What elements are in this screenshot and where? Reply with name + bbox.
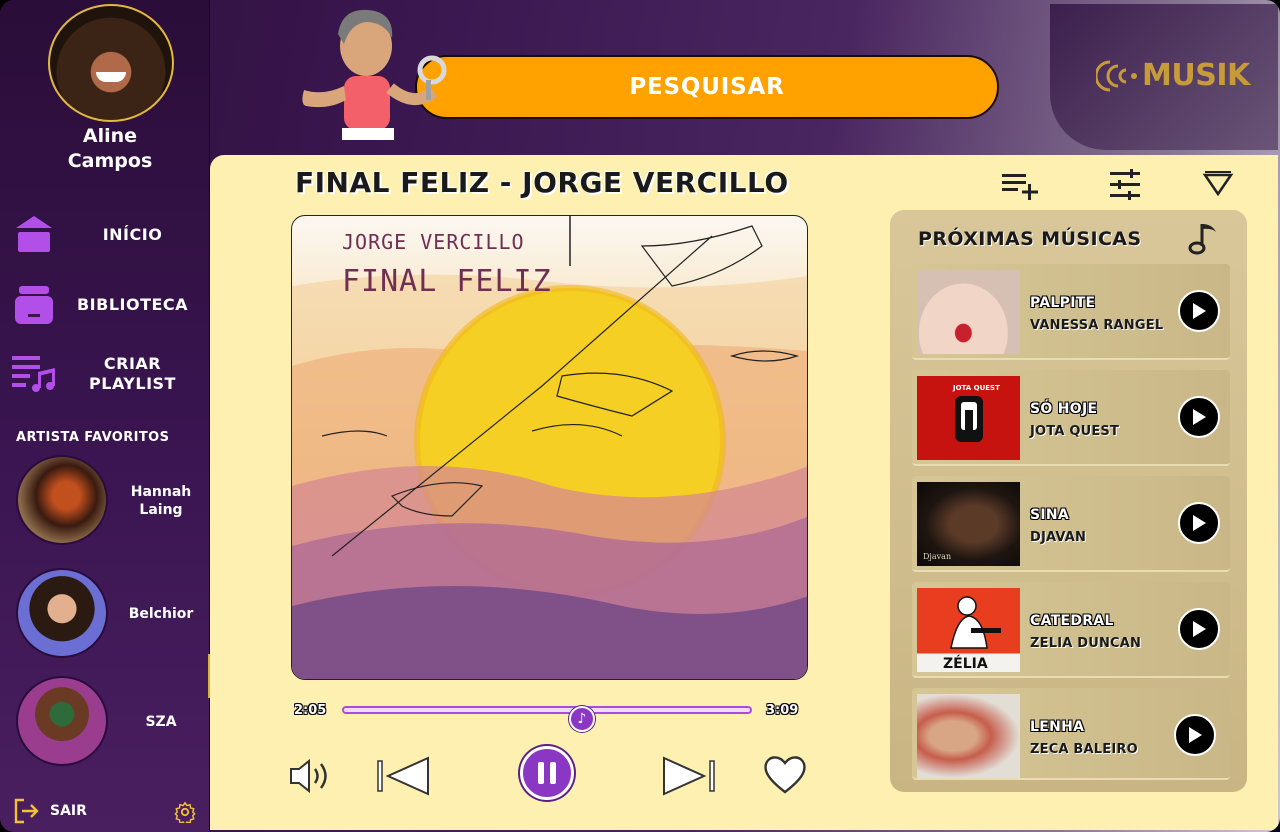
queue-item-artist: ZECA BALEIRO	[1030, 742, 1138, 757]
album-cover: JORGE VERCILLO FINAL FELIZ	[291, 215, 808, 680]
cover-artist-text: JORGE VERCILLO	[342, 230, 525, 254]
queue-item-cover-text: JOTA QUEST	[953, 384, 1000, 392]
nav-home[interactable]: INÍCIO	[0, 210, 210, 260]
queue-item-title: SÓ HOJE	[1030, 401, 1098, 417]
home-icon	[12, 213, 56, 257]
jota-quest-logo	[955, 396, 983, 442]
queue-play-button[interactable]	[1178, 608, 1220, 650]
progress-bar: 2:05 ♪ 3:09	[290, 700, 810, 732]
progress-knob[interactable]: ♪	[568, 706, 595, 732]
search-label: PESQUISAR	[629, 74, 785, 100]
logo-mark-icon	[1096, 60, 1137, 92]
queue-item-artist: JOTA QUEST	[1030, 424, 1120, 439]
queue-item-cover-text: ZÉLIA	[943, 656, 988, 672]
pause-icon	[538, 762, 556, 784]
queue-play-button[interactable]	[1178, 396, 1220, 438]
heart-icon[interactable]	[762, 753, 808, 795]
user-first-name: Aline	[82, 125, 138, 147]
app-window: Aline Campos INÍCIO BIBLIOTECA CRIAR PLA…	[0, 0, 1280, 832]
queue-item[interactable]: Djavan SINA DJAVAN	[912, 476, 1230, 572]
queue-item-cover: Djavan	[917, 482, 1020, 566]
add-to-queue-icon[interactable]	[1000, 168, 1040, 202]
play-icon	[1193, 515, 1206, 531]
queue-item[interactable]: LENHA ZECA BALEIRO	[912, 688, 1230, 780]
nav-home-label: INÍCIO	[102, 225, 163, 244]
cover-album-text: FINAL FELIZ	[342, 264, 552, 299]
queue-play-button[interactable]	[1174, 714, 1216, 756]
favorites-title: ARTISTA FAVORITOS	[16, 430, 170, 445]
queue-item-artist: ZELIA DUNCAN	[1030, 636, 1142, 651]
play-icon	[1189, 727, 1202, 743]
sidebar: Aline Campos INÍCIO BIBLIOTECA CRIAR PLA…	[0, 0, 210, 832]
play-icon	[1193, 621, 1206, 637]
queue-item-title: LENHA	[1030, 719, 1085, 735]
logout-label: SAIR	[50, 803, 87, 819]
play-icon	[1193, 303, 1206, 319]
user-name: Aline Campos	[50, 124, 170, 174]
queue-item-title: PALPITE	[1030, 295, 1096, 311]
favorite-artist-sza[interactable]: SZA	[16, 676, 206, 768]
artist-name: Belchior	[128, 606, 194, 622]
queue-item-cover: ZÉLIA	[917, 588, 1020, 672]
artist-photo	[16, 568, 108, 658]
queue-item-artist: DJAVAN	[1030, 530, 1087, 545]
queue-item-title: CATEDRAL	[1030, 613, 1114, 629]
nav-create-playlist-label: CRIAR PLAYLIST	[60, 354, 205, 394]
next-button[interactable]	[660, 755, 718, 797]
queue-play-button[interactable]	[1178, 290, 1220, 332]
user-last-name: Campos	[67, 150, 153, 172]
zelia-figure	[950, 596, 1001, 649]
previous-button[interactable]	[376, 755, 434, 797]
artist-name: SZA	[145, 714, 177, 730]
artist-name-line2: Laing	[139, 502, 183, 518]
now-playing-title: FINAL FELIZ - JORGE VERCILLO	[295, 166, 789, 199]
artist-photo	[16, 455, 108, 545]
queue-item-cover	[917, 694, 1020, 778]
progress-track[interactable]: ♪	[342, 706, 752, 732]
artist-name: Hannah Laing	[116, 483, 206, 519]
music-note-icon	[1188, 224, 1216, 255]
mascot-illustration	[302, 9, 447, 140]
nav-library-label: BIBLIOTECA	[76, 295, 189, 314]
play-icon	[1193, 409, 1206, 425]
favorite-artist-belchior[interactable]: Belchior	[16, 568, 206, 660]
queue-item-artist: VANESSA RANGEL	[1030, 318, 1164, 333]
library-icon	[12, 283, 56, 327]
logout-icon	[14, 798, 39, 824]
collapse-down-icon[interactable]	[1200, 168, 1240, 202]
nav-create-playlist[interactable]: CRIAR PLAYLIST	[0, 350, 210, 398]
artist-photo	[16, 676, 108, 766]
equalizer-icon[interactable]	[1106, 168, 1146, 202]
gear-icon[interactable]	[174, 801, 196, 823]
total-duration: 3:09	[766, 703, 799, 718]
queue-item-cover	[917, 270, 1020, 354]
volume-icon[interactable]	[288, 757, 332, 795]
search-button[interactable]: PESQUISAR	[415, 55, 999, 119]
nav-library[interactable]: BIBLIOTECA	[0, 280, 210, 330]
queue-item-cover: JOTA QUEST	[917, 376, 1020, 460]
queue-title: PRÓXIMAS MÚSICAS	[918, 228, 1142, 250]
queue-play-button[interactable]	[1178, 502, 1220, 544]
user-avatar[interactable]	[48, 4, 174, 122]
queue-item-cover-text: Djavan	[923, 552, 952, 561]
pause-button[interactable]	[520, 746, 574, 800]
favorite-artist-hannah-laing[interactable]: Hannah Laing	[16, 455, 206, 547]
logout-button[interactable]: SAIR	[12, 796, 87, 826]
logo-text: MUSIK	[1142, 58, 1250, 93]
elapsed-time: 2:05	[294, 703, 327, 718]
queue-item-title: SINA	[1030, 507, 1070, 523]
queue-item[interactable]: ZÉLIA CATEDRAL ZELIA DUNCAN	[912, 582, 1230, 678]
nav-create-playlist-label-line2: PLAYLIST	[89, 374, 176, 393]
artist-name-line1: Hannah	[130, 484, 192, 500]
queue-item[interactable]: JOTA QUEST SÓ HOJE JOTA QUEST	[912, 370, 1230, 466]
playlist-add-icon	[12, 352, 56, 396]
nav-create-playlist-label-line1: CRIAR	[103, 354, 162, 373]
queue-item[interactable]: PALPITE VANESSA RANGEL	[912, 264, 1230, 360]
